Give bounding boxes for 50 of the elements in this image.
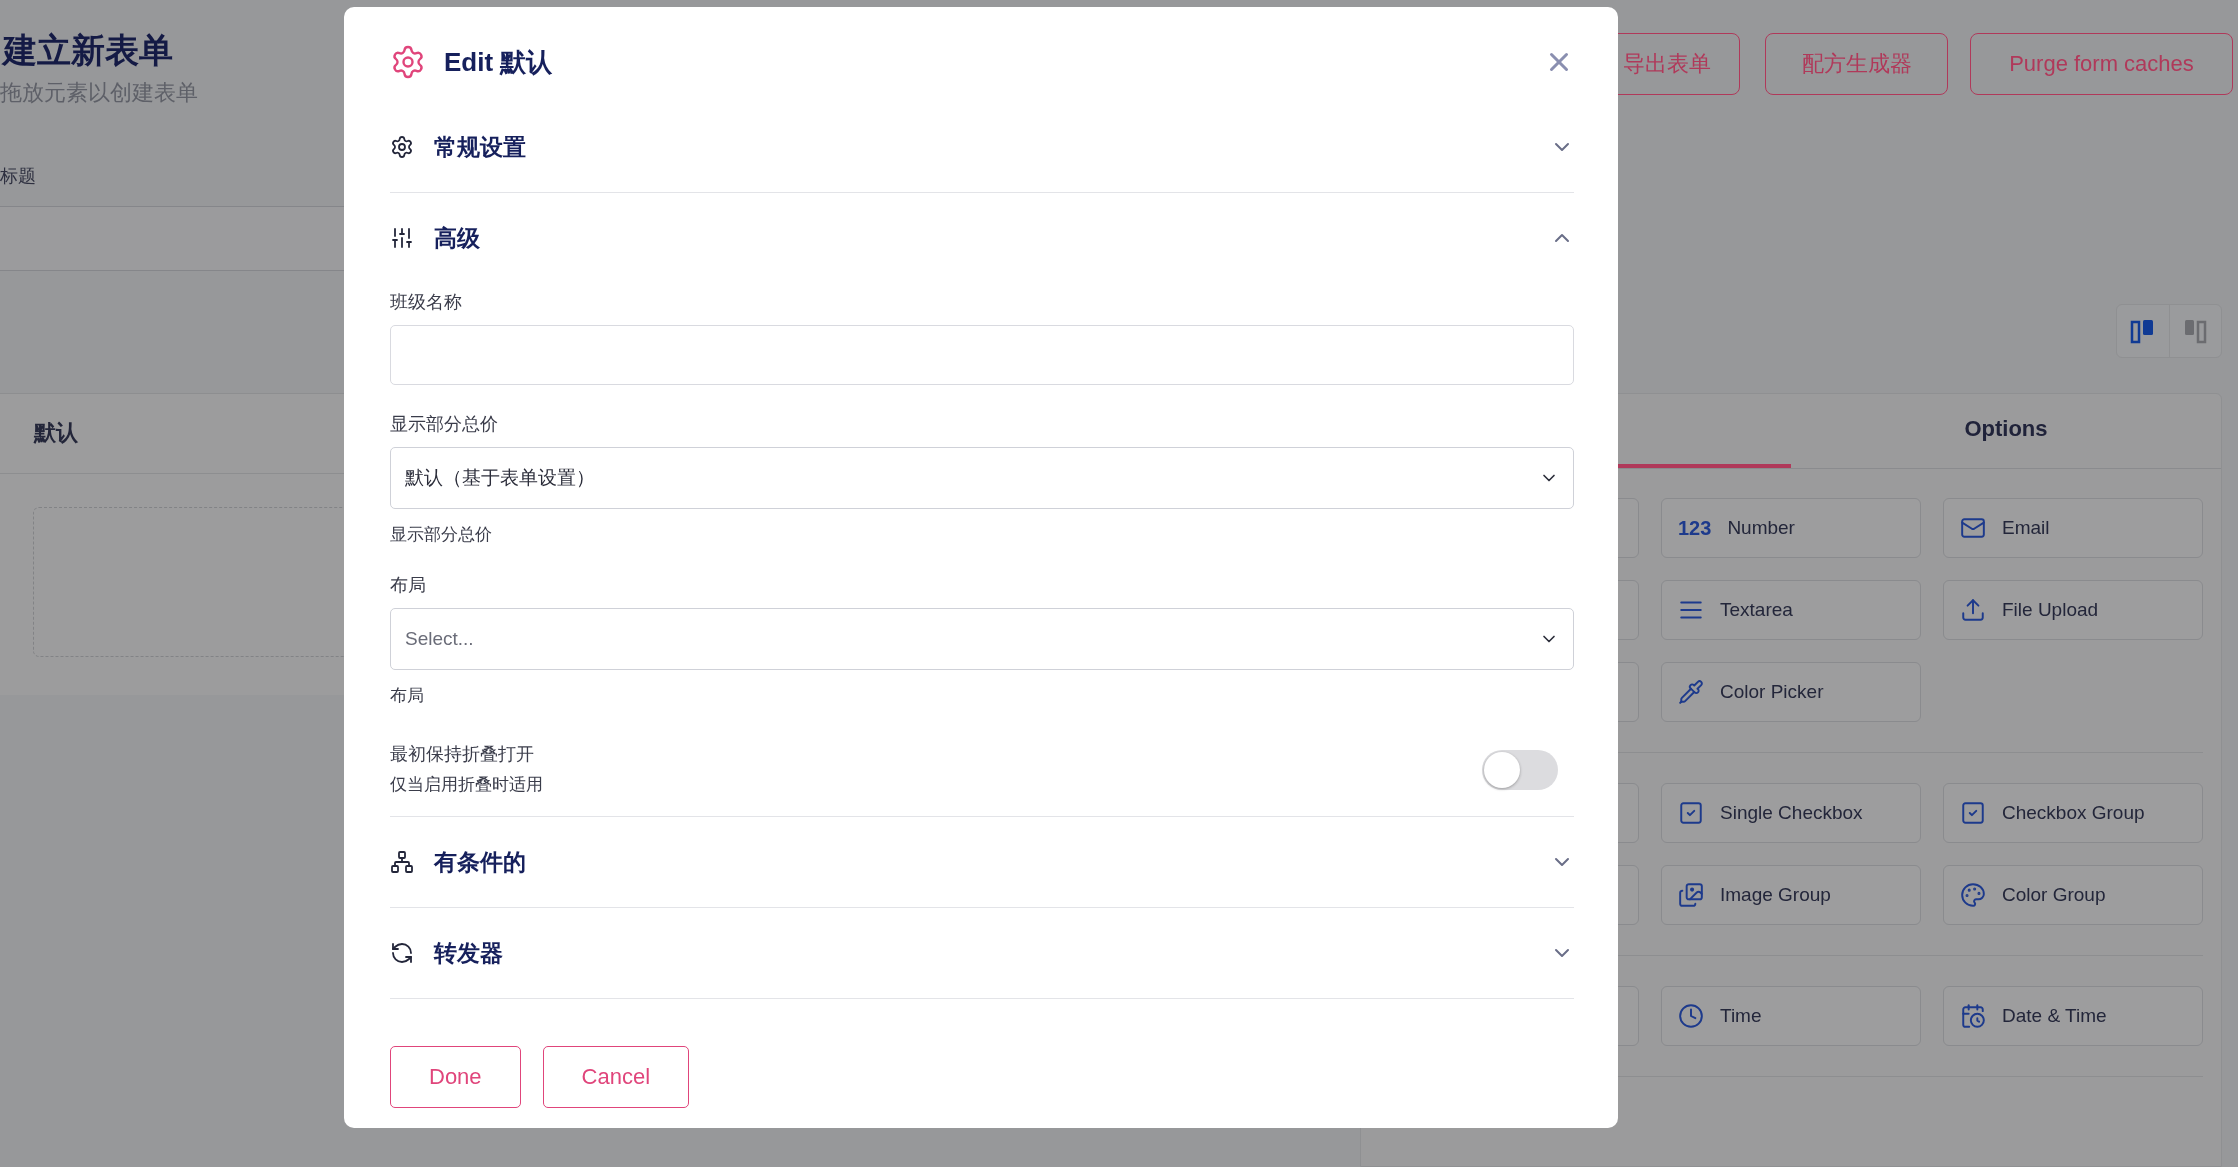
accordion-header[interactable]: 转发器 — [390, 908, 1574, 998]
settings-icon — [390, 44, 426, 80]
field-type-card[interactable]: Image Group — [1661, 865, 1921, 925]
field-type-card[interactable]: Textarea — [1661, 580, 1921, 640]
help-text: 布局 — [390, 685, 425, 707]
split-layout-icon — [2182, 318, 2209, 344]
field-type-card[interactable]: File Upload — [1943, 580, 2203, 640]
field-type-card[interactable]: Email — [1943, 498, 2203, 558]
checkbox-icon — [1678, 800, 1704, 826]
field-type-card[interactable]: Color Group — [1943, 865, 2203, 925]
field-type-card[interactable]: Color Picker — [1661, 662, 1921, 722]
select-field[interactable]: Select... — [390, 608, 1574, 670]
dialog-button[interactable]: Done — [390, 1046, 521, 1108]
checkbox-icon — [1960, 800, 1986, 826]
split-layout-icon — [2130, 318, 2156, 344]
network-icon — [390, 850, 414, 874]
field-label: 班级名称 — [390, 291, 463, 313]
field-type-card[interactable]: Time — [1661, 986, 1921, 1046]
page-title: 建立新表单 — [0, 30, 173, 71]
field-label: 最初保持折叠打开 — [390, 743, 535, 765]
field-type-card[interactable]: Checkbox Group — [1943, 783, 2203, 843]
accordion-header[interactable]: 常规设置 — [390, 102, 1574, 192]
upload-icon — [1960, 597, 1986, 623]
calendar-clock-icon — [1960, 1003, 1986, 1029]
field-type-card[interactable]: Date & Time — [1943, 986, 2203, 1046]
settings-icon — [390, 135, 414, 159]
sliders-icon — [390, 226, 414, 250]
field-type-card[interactable]: 123 Number — [1661, 498, 1921, 558]
clock-icon — [1678, 1003, 1704, 1029]
help-text: 显示部分总价 — [390, 524, 493, 546]
field-label: 标题 — [0, 165, 37, 188]
eyedropper-icon — [1678, 679, 1704, 705]
field-label: 显示部分总价 — [390, 413, 499, 435]
accordion-header[interactable]: 有条件的 — [390, 817, 1574, 907]
field-label: 布局 — [390, 574, 427, 596]
toggle-switch[interactable] — [1482, 749, 1558, 790]
field-type-card[interactable]: Single Checkbox — [1661, 783, 1921, 843]
number-icon: 123 — [1678, 516, 1712, 540]
images-icon — [1678, 882, 1704, 908]
field-description: 仅当启用折叠时适用 — [390, 774, 543, 796]
envelope-icon — [1960, 515, 1986, 541]
palette-icon — [1960, 882, 1986, 908]
dialog-button[interactable]: Cancel — [542, 1046, 690, 1108]
text-input[interactable] — [390, 325, 1574, 385]
page-subtitle: 拖放元素以创建表单 — [0, 79, 199, 107]
palette-tab[interactable]: Options — [1791, 394, 2221, 468]
select-field[interactable]: 默认（基于表单设置） — [390, 447, 1574, 509]
refresh-icon — [390, 941, 414, 965]
accordion-header[interactable]: 高级 — [390, 193, 1574, 283]
dialog-title: Edit 默认 — [444, 45, 554, 79]
